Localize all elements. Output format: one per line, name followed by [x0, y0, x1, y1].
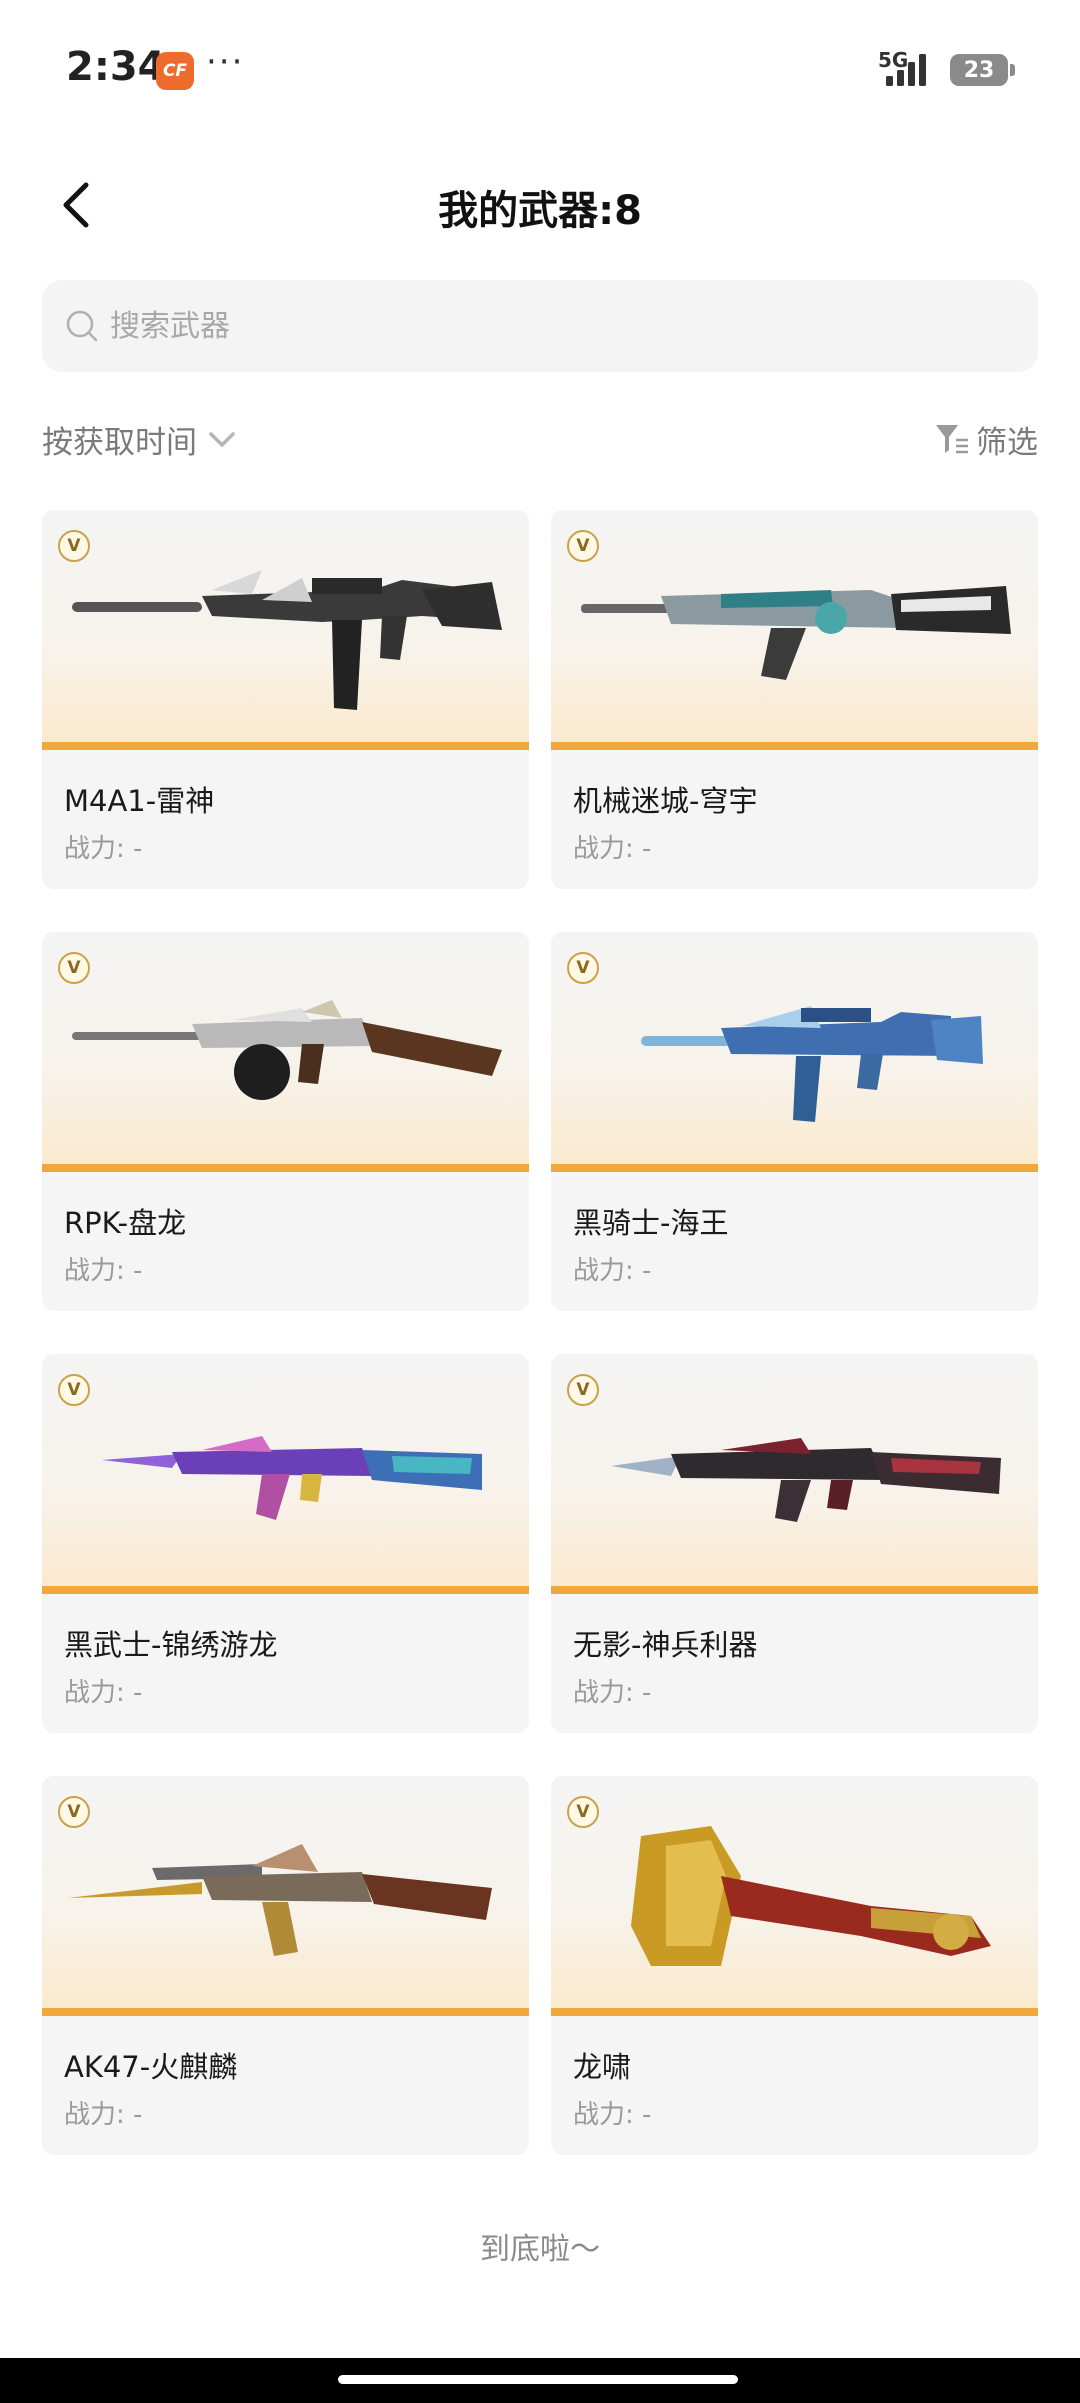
rifle-icon: [581, 586, 1011, 680]
battery-icon: 23: [950, 54, 1015, 86]
weapon-power: 战力: -: [64, 1256, 143, 1286]
rifle-icon: [68, 1844, 492, 1956]
weapon-name: 龙啸: [573, 2050, 632, 2084]
app-notification-icon: CF: [156, 52, 194, 90]
weapon-name: 黑骑士-海王: [573, 1206, 729, 1240]
axe-icon: [631, 1826, 991, 1966]
weapon-power: 战力: -: [64, 834, 143, 864]
search-icon: [62, 306, 102, 346]
weapon-card[interactable]: V 龙啸 战力: -: [551, 1776, 1038, 2155]
rifle-icon: [72, 570, 502, 710]
weapon-image-area: V: [42, 1354, 529, 1594]
search-input[interactable]: [110, 308, 1010, 344]
system-nav-bar: [0, 2358, 1080, 2403]
weapon-card[interactable]: V RPK-盘龙 战力: -: [42, 932, 529, 1311]
weapon-name: 黑武士-锦绣游龙: [64, 1628, 278, 1662]
weapon-image-area: V: [551, 510, 1038, 750]
weapon-power: 战力: -: [64, 1678, 143, 1708]
signal-icon: [886, 54, 926, 86]
weapon-power: 战力: -: [64, 2100, 143, 2130]
weapon-power: 战力: -: [573, 2100, 652, 2130]
filter-label: 筛选: [976, 424, 1038, 461]
weapon-image-area: V: [551, 1354, 1038, 1594]
search-bar[interactable]: [42, 280, 1038, 372]
weapon-card[interactable]: V 无影-神兵利器 战力: -: [551, 1354, 1038, 1733]
weapon-card[interactable]: V M4A1-雷神 战力: -: [42, 510, 529, 889]
chevron-down-icon: [209, 432, 235, 447]
weapon-image-area: V: [42, 932, 529, 1172]
weapon-power: 战力: -: [573, 834, 652, 864]
weapon-name: 无影-神兵利器: [573, 1628, 758, 1662]
page-title: 我的武器:8: [438, 188, 642, 234]
weapon-power: 战力: -: [573, 1256, 652, 1286]
rifle-icon: [641, 1006, 983, 1122]
rifle-icon: [72, 1000, 502, 1100]
filter-icon: [936, 425, 968, 454]
weapon-card[interactable]: V AK47-火麒麟 战力: -: [42, 1776, 529, 2155]
sort-label: 按获取时间: [42, 424, 197, 461]
weapon-image-area: V: [42, 1776, 529, 2016]
weapon-name: 机械迷城-穹宇: [573, 784, 758, 818]
weapon-image-area: V: [551, 932, 1038, 1172]
status-time: 2:34: [66, 44, 166, 90]
weapon-image-area: V: [551, 1776, 1038, 2016]
weapon-name: AK47-火麒麟: [64, 2050, 238, 2084]
weapon-power: 战力: -: [573, 1678, 652, 1708]
weapon-card[interactable]: V 黑武士-锦绣游龙 战力: -: [42, 1354, 529, 1733]
weapon-card[interactable]: V 机械迷城-穹宇 战力: -: [551, 510, 1038, 889]
weapon-grid: V M4A1-雷神 战力: - V 机械迷城-穹宇 战力: - V RPK-盘龙…: [42, 510, 1038, 2155]
sort-dropdown[interactable]: 按获取时间: [42, 414, 237, 464]
filter-button[interactable]: 筛选: [934, 414, 1038, 464]
rifle-icon: [102, 1436, 482, 1520]
status-bar: 2:34 CF ··· 5G 23: [0, 0, 1080, 140]
weapon-name: RPK-盘龙: [64, 1206, 187, 1240]
rifle-icon: [611, 1438, 1001, 1522]
home-indicator[interactable]: [338, 2375, 738, 2384]
weapon-name: M4A1-雷神: [64, 784, 215, 818]
weapon-image-area: V: [42, 510, 529, 750]
weapon-card[interactable]: V 黑骑士-海王 战力: -: [551, 932, 1038, 1311]
end-of-list-text: 到底啦～: [480, 2232, 600, 2267]
more-notifications-icon: ···: [206, 42, 245, 82]
